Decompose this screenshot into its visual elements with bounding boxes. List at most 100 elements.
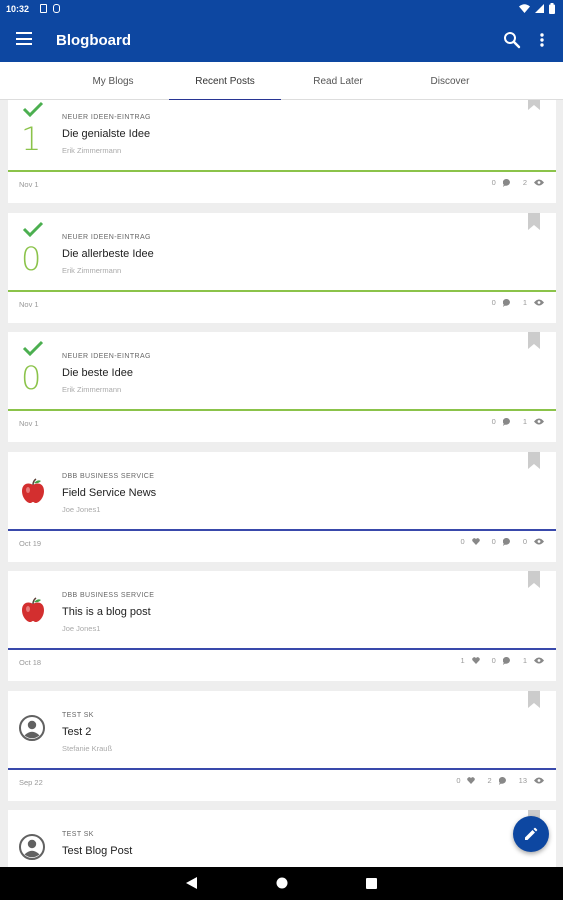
post-author: Erik Zimmermann (62, 385, 122, 394)
view-count: 1 (522, 656, 527, 665)
recents-icon[interactable] (366, 878, 377, 889)
post-category: NEUER IDEEN-EINTRAG (62, 234, 151, 241)
comment-count: 0 (491, 178, 496, 187)
check-icon (22, 340, 44, 361)
post-title[interactable]: Die beste Idee (62, 367, 133, 379)
post-card[interactable]: DBB BUSINESS SERVICE This is a blog post… (8, 571, 556, 681)
post-stats: 0 0 0 (453, 537, 544, 546)
card-divider (8, 409, 556, 411)
like-count: 1 (460, 656, 465, 665)
idea-score: 0 (21, 240, 42, 278)
card-divider (8, 290, 556, 292)
tab-bar: My Blogs Recent Posts Read Later Discove… (0, 62, 563, 101)
back-icon[interactable] (186, 877, 197, 889)
post-category: NEUER IDEEN-EINTRAG (62, 353, 151, 360)
post-date: Oct 18 (19, 658, 42, 667)
comment-count: 0 (491, 417, 496, 426)
view-count: 0 (522, 537, 527, 546)
post-category: DBB BUSINESS SERVICE (62, 592, 155, 599)
system-icons (519, 3, 555, 14)
comment-icon (498, 776, 506, 785)
post-author: Joe Jones1 (62, 624, 101, 633)
home-icon[interactable] (276, 877, 288, 889)
post-title[interactable]: Die allerbeste Idee (62, 248, 154, 260)
idea-score: 0 (21, 359, 42, 397)
post-author: Stefanie Krauß (62, 744, 113, 753)
post-card[interactable]: DBB BUSINESS SERVICE Field Service News … (8, 452, 556, 562)
tab-recent-posts[interactable]: Recent Posts (169, 62, 281, 101)
heart-icon (467, 777, 476, 784)
apple-icon (22, 597, 44, 622)
bookmark-icon[interactable] (528, 332, 540, 349)
post-card[interactable]: 0 NEUER IDEEN-EINTRAG Die beste Idee Eri… (8, 332, 556, 442)
post-title[interactable]: Field Service News (62, 487, 156, 499)
tab-read-later[interactable]: Read Later (282, 62, 394, 100)
app-bar: Blogboard (0, 20, 563, 62)
person-icon (19, 715, 45, 741)
post-date: Oct 19 (19, 539, 42, 548)
search-button[interactable] (503, 31, 521, 49)
card-divider (8, 648, 556, 650)
bookmark-icon[interactable] (528, 691, 540, 708)
post-author: Erik Zimmermann (62, 266, 122, 275)
post-stats: 0 2 13 (449, 776, 544, 785)
post-category: TEST SK (62, 712, 94, 719)
hamburger-icon (16, 32, 32, 34)
card-divider (8, 170, 556, 172)
post-category: NEUER IDEEN-EINTRAG (62, 114, 151, 121)
bookmark-icon[interactable] (528, 452, 540, 469)
menu-button[interactable] (16, 32, 32, 48)
post-category: TEST SK (62, 831, 94, 838)
wifi-icon (519, 4, 530, 13)
view-count: 13 (518, 776, 527, 785)
compose-button[interactable] (513, 816, 549, 852)
post-card[interactable]: TEST SK Test Blog Post (8, 810, 556, 867)
post-stats: 0 2 (485, 178, 544, 187)
idea-score: 1 (21, 120, 42, 158)
status-bar: 10:32 (0, 0, 563, 20)
post-title[interactable]: Test Blog Post (62, 845, 132, 857)
post-stats: 1 0 1 (453, 656, 544, 665)
view-count: 1 (522, 417, 527, 426)
post-author: Erik Zimmermann (62, 146, 122, 155)
post-title[interactable]: Test 2 (62, 726, 91, 738)
comment-icon (502, 537, 510, 546)
eye-icon (534, 299, 544, 306)
eye-icon (534, 179, 544, 186)
post-card[interactable]: TEST SK Test 2 Stefanie Krauß Sep 22 0 2… (8, 691, 556, 801)
comment-count: 0 (491, 537, 496, 546)
eye-icon (534, 418, 544, 425)
post-date: Nov 1 (19, 180, 39, 189)
sd-card-icon (53, 4, 60, 13)
like-count: 0 (460, 537, 465, 546)
post-feed[interactable]: 1 NEUER IDEEN-EINTRAG Die genialste Idee… (0, 100, 563, 867)
post-card[interactable]: 0 NEUER IDEEN-EINTRAG Die allerbeste Ide… (8, 213, 556, 323)
heart-icon (471, 657, 480, 664)
bookmark-icon[interactable] (528, 571, 540, 588)
overflow-menu-button[interactable] (536, 31, 548, 49)
bookmark-icon[interactable] (528, 100, 540, 110)
like-count: 0 (456, 776, 461, 785)
system-nav-bar (0, 867, 563, 900)
post-date: Sep 22 (19, 778, 43, 787)
tab-my-blogs[interactable]: My Blogs (57, 62, 169, 100)
comment-count: 0 (491, 656, 496, 665)
view-count: 1 (522, 298, 527, 307)
post-card[interactable]: 1 NEUER IDEEN-EINTRAG Die genialste Idee… (8, 100, 556, 203)
apple-icon (22, 478, 44, 503)
post-title[interactable]: Die genialste Idee (62, 128, 150, 140)
tab-discover[interactable]: Discover (394, 62, 506, 100)
post-stats: 0 1 (485, 417, 544, 426)
person-icon (19, 834, 45, 860)
status-time: 10:32 (6, 4, 30, 14)
eye-icon (534, 777, 544, 784)
card-divider (8, 768, 556, 770)
search-icon (504, 32, 521, 49)
post-category: DBB BUSINESS SERVICE (62, 473, 155, 480)
comment-icon (502, 656, 510, 665)
more-vert-icon (540, 33, 544, 47)
check-icon (22, 101, 44, 122)
comment-icon (502, 178, 510, 187)
post-title[interactable]: This is a blog post (62, 606, 151, 618)
bookmark-icon[interactable] (528, 213, 540, 230)
